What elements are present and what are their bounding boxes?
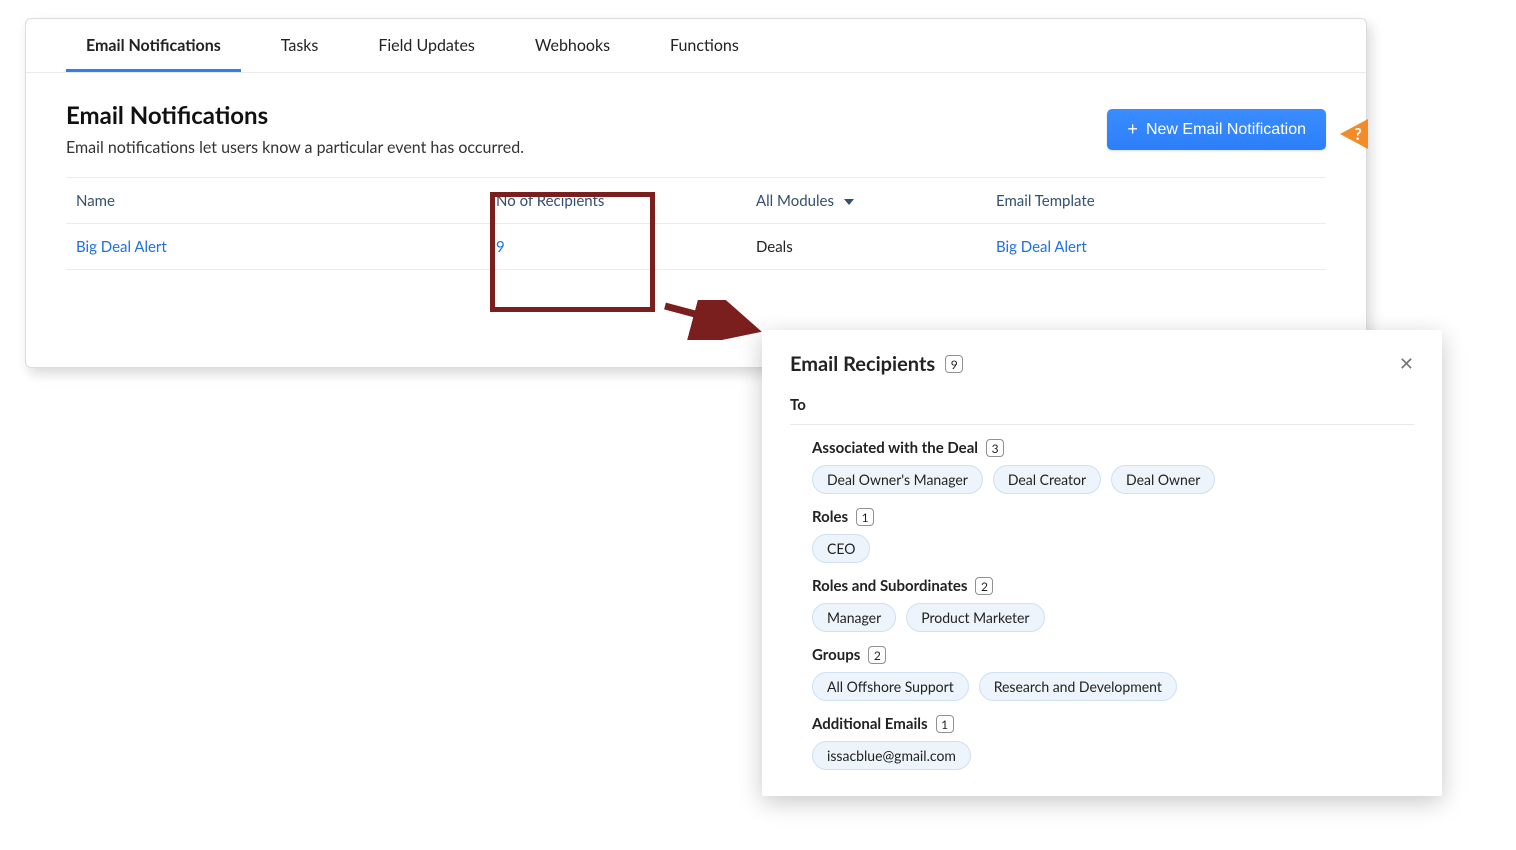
group-count-badge: 2 [868, 646, 886, 664]
row-name-link[interactable]: Big Deal Alert [66, 226, 486, 268]
close-button[interactable]: ✕ [1399, 354, 1414, 375]
group-title: Additional Emails [812, 715, 928, 733]
recipient-chip[interactable]: Research and Development [979, 672, 1177, 701]
plus-icon: + [1127, 119, 1138, 140]
recipient-group: Additional Emails 1 issacblue@gmail.com [790, 715, 1414, 770]
group-title: Groups [812, 646, 860, 664]
col-name[interactable]: Name [66, 180, 486, 222]
tab-bar: Email Notifications Tasks Field Updates Web… [26, 19, 1366, 73]
new-button-label: New Email Notification [1146, 121, 1306, 139]
recipient-chip[interactable]: issacblue@gmail.com [812, 741, 971, 770]
tab-tasks[interactable]: Tasks [261, 20, 339, 72]
header-text: Email Notifications Email notifications … [66, 101, 524, 157]
row-recipients-link[interactable]: 9 [486, 226, 746, 268]
col-template[interactable]: Email Template [986, 180, 1326, 222]
chip-row: Manager Product Marketer [812, 603, 1414, 632]
table-header-row: Name No of Recipients All Modules Email … [66, 178, 1326, 224]
recipient-chip[interactable]: Product Marketer [906, 603, 1044, 632]
page-subtitle: Email notifications let users know a par… [66, 138, 524, 157]
group-title: Associated with the Deal [812, 439, 978, 457]
notifications-table: Name No of Recipients All Modules Email … [66, 177, 1326, 270]
chip-row: CEO [812, 534, 1414, 563]
tab-webhooks[interactable]: Webhooks [515, 20, 630, 72]
group-count-badge: 1 [936, 715, 954, 733]
row-module: Deals [746, 226, 986, 268]
group-count-badge: 1 [856, 508, 874, 526]
popup-count-badge: 9 [945, 355, 963, 373]
email-recipients-popup: Email Recipients 9 ✕ To Associated with … [762, 330, 1442, 796]
recipient-chip[interactable]: Deal Creator [993, 465, 1101, 494]
recipient-chip[interactable]: CEO [812, 534, 870, 563]
recipient-group: Roles 1 CEO [790, 508, 1414, 563]
group-heading: Roles 1 [812, 508, 1414, 526]
table-row: Big Deal Alert 9 Deals Big Deal Alert [66, 224, 1326, 270]
recipient-group: Associated with the Deal3Deal Owner's Ma… [790, 439, 1414, 494]
group-title: Roles [812, 508, 848, 526]
col-module-label: All Modules [756, 192, 834, 210]
popup-title: Email Recipients 9 [790, 352, 963, 376]
tab-email-notifications[interactable]: Email Notifications [66, 20, 241, 72]
chip-row: issacblue@gmail.com [812, 741, 1414, 770]
close-icon: ✕ [1399, 354, 1414, 374]
recipient-chip[interactable]: Deal Owner [1111, 465, 1215, 494]
tab-functions[interactable]: Functions [650, 20, 759, 72]
group-heading: Associated with the Deal 3 [812, 439, 1414, 457]
page-title: Email Notifications [66, 101, 524, 130]
group-count-badge: 2 [975, 577, 993, 595]
recipient-chip[interactable]: Manager [812, 603, 896, 632]
tab-field-updates[interactable]: Field Updates [358, 20, 495, 72]
recipient-group: Roles and Subordinates 2 Manager Product Ma… [790, 577, 1414, 632]
group-heading: Additional Emails 1 [812, 715, 1414, 733]
header-row: Email Notifications Email notifications … [26, 73, 1366, 177]
help-icon: ? [1354, 125, 1361, 144]
group-heading: Groups 2 [812, 646, 1414, 664]
popup-header: Email Recipients 9 ✕ [790, 352, 1414, 376]
recipient-chip[interactable]: All Offshore Support [812, 672, 969, 701]
col-module-dropdown[interactable]: All Modules [746, 180, 986, 222]
recipient-group: Groups 2 All Offshore Support Research and … [790, 646, 1414, 701]
col-recipients[interactable]: No of Recipients [486, 180, 746, 222]
popup-title-text: Email Recipients [790, 352, 935, 376]
group-heading: Roles and Subordinates 2 [812, 577, 1414, 595]
to-label: To [790, 396, 1414, 425]
main-card: Email Notifications Tasks Field Updates Web… [25, 18, 1367, 368]
chip-row: Deal Owner's Manager Deal Creator Deal Own… [812, 465, 1414, 494]
chip-row: All Offshore Support Research and Develop… [812, 672, 1414, 701]
recipient-groups: Associated with the Deal3Deal Owner's Ma… [790, 439, 1414, 770]
row-template-link[interactable]: Big Deal Alert [986, 226, 1326, 268]
group-title: Roles and Subordinates [812, 577, 967, 595]
chevron-down-icon [844, 199, 854, 205]
group-count-badge: 3 [986, 439, 1004, 457]
new-email-notification-button[interactable]: + New Email Notification [1107, 109, 1326, 150]
recipient-chip[interactable]: Deal Owner's Manager [812, 465, 983, 494]
